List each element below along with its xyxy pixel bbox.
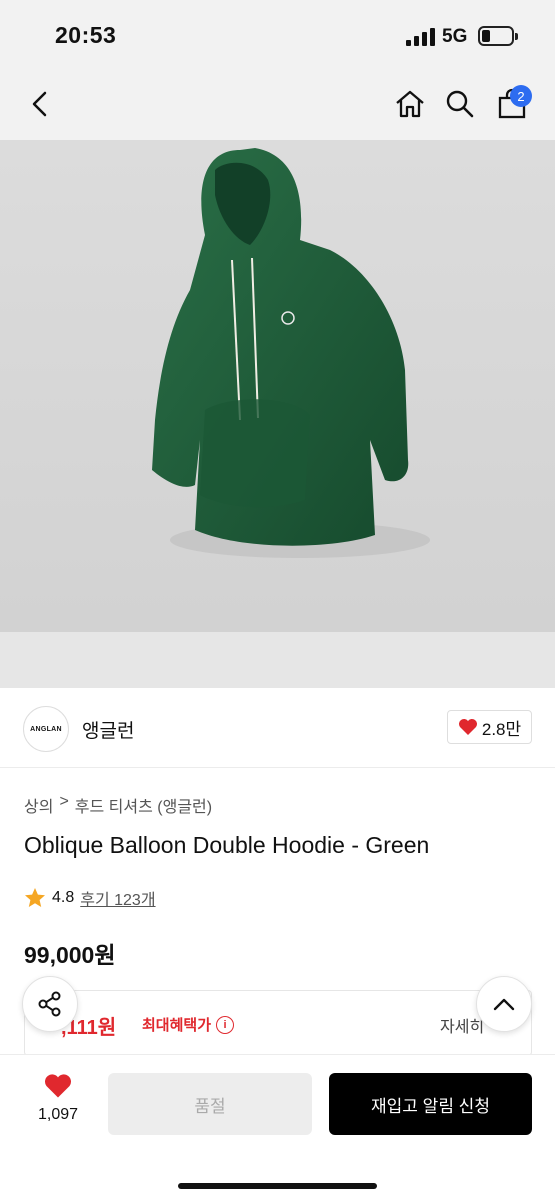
chevron-up-icon [493,998,515,1011]
status-bar: 20:53 5G [0,0,555,72]
rating-row: 4.8 후기 123개 [24,886,156,910]
breadcrumb-separator: > [59,793,69,810]
brand-name[interactable]: 앵글런 [82,716,134,743]
breadcrumb-category[interactable]: 상의 [24,793,53,817]
share-button[interactable] [22,976,78,1032]
hoodie-illustration [152,148,430,558]
info-icon[interactable]: i [216,1015,235,1034]
benefit-box[interactable]: ,111원 최대혜택가 i 자세히 [24,990,532,1056]
brand-logo[interactable]: ANGLAN [23,706,69,752]
wish-count: 1,097 [37,1106,79,1123]
back-icon [32,91,47,117]
benefit-label-text: 최대혜택가 [142,1017,212,1034]
search-icon [446,90,474,118]
back-button[interactable] [20,84,60,124]
home-icon [396,90,424,118]
image-pager-strip [0,632,555,688]
brand-like-button[interactable]: 2.8만 [447,710,532,744]
signal-icon [406,28,435,46]
rating-value: 4.8 [52,889,75,906]
star-icon [25,888,45,907]
wish-button[interactable]: 1,097 [30,1073,86,1124]
share-icon [38,991,61,1017]
breadcrumb: 상의 > 후드 티셔츠 (앵글런) [24,793,212,817]
benefit-label: 최대혜택가 i [142,1014,235,1035]
scroll-top-button[interactable] [476,976,532,1032]
battery-tip [515,33,518,40]
brand-row: ANGLAN 앵글런 2.8만 [0,688,555,768]
review-link[interactable]: 후기 123개 [80,886,155,910]
battery-icon [478,26,514,46]
bottom-action-bar: 1,097 품절 재입고 알림 신청 [0,1054,555,1200]
product-image[interactable] [0,140,555,632]
soldout-button: 품절 [108,1073,312,1135]
brand-like-count: 2.8만 [481,719,522,739]
product-title: Oblique Balloon Double Hoodie - Green [24,832,430,858]
restock-alert-button[interactable]: 재입고 알림 신청 [329,1073,532,1135]
product-price: 99,000원 [24,942,116,968]
network-label: 5G [442,26,468,47]
nav-bar [0,72,555,140]
heart-icon [45,1074,71,1098]
breadcrumb-subcategory[interactable]: 후드 티셔츠 (앵글런) [75,793,212,817]
home-indicator [178,1183,377,1189]
heart-icon [458,719,477,735]
benefit-detail-link[interactable]: 자세히 [440,1013,484,1037]
home-button[interactable] [390,84,430,124]
search-button[interactable] [440,84,480,124]
cart-count-badge: 2 [510,85,532,107]
status-time: 20:53 [55,22,117,48]
